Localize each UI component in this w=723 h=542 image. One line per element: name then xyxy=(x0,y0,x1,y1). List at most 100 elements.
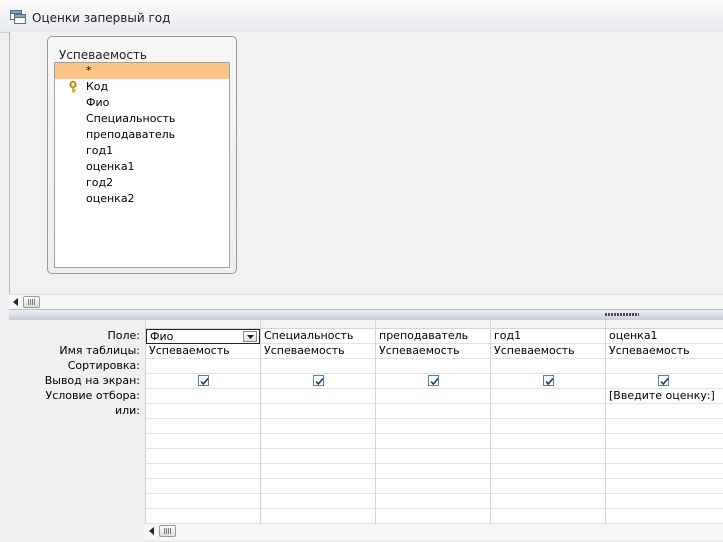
field-cell[interactable]: год1 xyxy=(491,329,605,344)
empty-cell[interactable] xyxy=(146,419,260,434)
empty-cell[interactable] xyxy=(491,479,605,494)
empty-cell[interactable] xyxy=(491,419,605,434)
empty-cell[interactable] xyxy=(491,449,605,464)
show-checkbox[interactable] xyxy=(658,375,669,386)
field-cell[interactable]: Фио xyxy=(146,329,260,344)
field-cell[interactable]: преподаватель xyxy=(376,329,490,344)
column-selector[interactable] xyxy=(376,320,490,329)
empty-cell[interactable] xyxy=(376,419,490,434)
scroll-left-icon[interactable] xyxy=(9,295,23,309)
or-cell[interactable] xyxy=(146,404,260,419)
empty-cell[interactable] xyxy=(261,479,375,494)
show-cell[interactable] xyxy=(606,374,723,389)
empty-cell[interactable] xyxy=(261,509,375,524)
field-list[interactable]: * Код Фио Специальность преподаватель го… xyxy=(54,62,230,268)
or-cell[interactable] xyxy=(261,404,375,419)
empty-cell[interactable] xyxy=(261,464,375,479)
empty-cell[interactable] xyxy=(376,494,490,509)
show-checkbox[interactable] xyxy=(428,375,439,386)
grid-column[interactable]: оценка1 Успеваемость [Введите оценку:] xyxy=(605,320,723,524)
grid-column[interactable]: преподаватель Успеваемость xyxy=(375,320,490,524)
field-item-specialnost[interactable]: Специальность xyxy=(55,111,229,127)
column-selector[interactable] xyxy=(606,320,723,329)
show-cell[interactable] xyxy=(376,374,490,389)
sort-cell[interactable] xyxy=(146,359,260,374)
or-cell[interactable] xyxy=(491,404,605,419)
empty-cell[interactable] xyxy=(376,434,490,449)
scroll-thumb[interactable] xyxy=(159,525,176,537)
sort-cell[interactable] xyxy=(491,359,605,374)
criteria-cell[interactable] xyxy=(146,389,260,404)
show-checkbox[interactable] xyxy=(198,375,209,386)
empty-cell[interactable] xyxy=(146,434,260,449)
upper-horizontal-scrollbar[interactable] xyxy=(9,294,723,309)
field-list-window[interactable]: Успеваемость * Код Фио Специальность пре… xyxy=(47,36,237,274)
table-design-area[interactable]: Успеваемость * Код Фио Специальность пре… xyxy=(9,32,723,294)
column-selector[interactable] xyxy=(261,320,375,329)
empty-cell[interactable] xyxy=(146,494,260,509)
grid-column[interactable]: год1 Успеваемость xyxy=(490,320,605,524)
show-cell[interactable] xyxy=(491,374,605,389)
column-selector[interactable] xyxy=(491,320,605,329)
empty-cell[interactable] xyxy=(606,434,723,449)
table-cell[interactable]: Успеваемость xyxy=(146,344,260,359)
empty-cell[interactable] xyxy=(606,419,723,434)
grid-horizontal-scrollbar[interactable] xyxy=(145,524,723,540)
field-item-all[interactable]: * xyxy=(55,63,229,79)
criteria-cell[interactable] xyxy=(491,389,605,404)
empty-cell[interactable] xyxy=(606,494,723,509)
empty-cell[interactable] xyxy=(491,494,605,509)
empty-cell[interactable] xyxy=(491,434,605,449)
field-item-ocenka2[interactable]: оценка2 xyxy=(55,191,229,207)
empty-cell[interactable] xyxy=(376,479,490,494)
field-list-title[interactable]: Успеваемость xyxy=(59,48,147,62)
empty-cell[interactable] xyxy=(606,449,723,464)
field-item-god1[interactable]: год1 xyxy=(55,143,229,159)
splitter-grip-icon[interactable] xyxy=(605,313,639,316)
sort-cell[interactable] xyxy=(261,359,375,374)
empty-cell[interactable] xyxy=(376,509,490,524)
empty-cell[interactable] xyxy=(146,479,260,494)
empty-cell[interactable] xyxy=(491,464,605,479)
show-cell[interactable] xyxy=(261,374,375,389)
empty-cell[interactable] xyxy=(491,509,605,524)
scroll-left-icon[interactable] xyxy=(145,524,159,538)
empty-cell[interactable] xyxy=(146,509,260,524)
field-item-kod[interactable]: Код xyxy=(55,79,229,95)
empty-cell[interactable] xyxy=(146,449,260,464)
criteria-cell[interactable] xyxy=(261,389,375,404)
dropdown-arrow-icon[interactable] xyxy=(243,331,257,342)
field-cell[interactable]: оценка1 xyxy=(606,329,723,344)
sort-cell[interactable] xyxy=(606,359,723,374)
or-cell[interactable] xyxy=(376,404,490,419)
empty-cell[interactable] xyxy=(376,449,490,464)
query-design-grid[interactable]: Фио Успеваемость Специальность Успеваемо… xyxy=(145,320,723,524)
empty-cell[interactable] xyxy=(376,464,490,479)
empty-cell[interactable] xyxy=(146,464,260,479)
criteria-cell[interactable]: [Введите оценку:] xyxy=(606,389,723,404)
table-cell[interactable]: Успеваемость xyxy=(606,344,723,359)
grid-column[interactable]: Специальность Успеваемость xyxy=(260,320,375,524)
field-item-fio[interactable]: Фио xyxy=(55,95,229,111)
empty-cell[interactable] xyxy=(261,434,375,449)
empty-cell[interactable] xyxy=(606,479,723,494)
empty-cell[interactable] xyxy=(606,509,723,524)
show-checkbox[interactable] xyxy=(313,375,324,386)
field-cell[interactable]: Специальность xyxy=(261,329,375,344)
field-item-prepodavatel[interactable]: преподаватель xyxy=(55,127,229,143)
sort-cell[interactable] xyxy=(376,359,490,374)
show-cell[interactable] xyxy=(146,374,260,389)
field-item-god2[interactable]: год2 xyxy=(55,175,229,191)
table-cell[interactable]: Успеваемость xyxy=(261,344,375,359)
grid-column[interactable]: Фио Успеваемость xyxy=(145,320,260,524)
empty-cell[interactable] xyxy=(261,494,375,509)
or-cell[interactable] xyxy=(606,404,723,419)
table-cell[interactable]: Успеваемость xyxy=(376,344,490,359)
show-checkbox[interactable] xyxy=(543,375,554,386)
table-cell[interactable]: Успеваемость xyxy=(491,344,605,359)
empty-cell[interactable] xyxy=(261,449,375,464)
column-selector[interactable] xyxy=(146,320,260,329)
field-item-ocenka1[interactable]: оценка1 xyxy=(55,159,229,175)
criteria-cell[interactable] xyxy=(376,389,490,404)
empty-cell[interactable] xyxy=(261,419,375,434)
